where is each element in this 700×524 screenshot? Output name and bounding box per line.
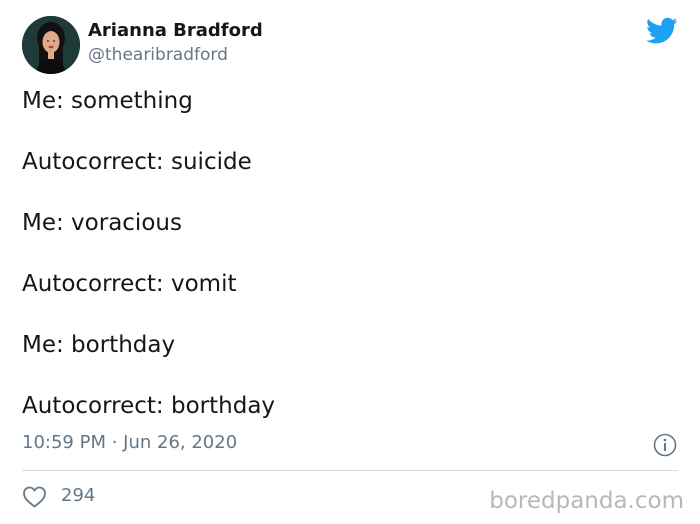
tweet-line: Autocorrect: borthday [22, 393, 276, 419]
author-handle[interactable]: @thearibradford [88, 45, 228, 65]
tweet-line: Me: voracious [22, 210, 182, 236]
tweet-card: Arianna Bradford @thearibradford Me: som… [0, 0, 700, 524]
tweet-line: Me: something [22, 88, 193, 114]
heart-icon[interactable] [22, 486, 47, 508]
info-icon[interactable] [653, 433, 677, 457]
watermark: boredpanda.com [489, 488, 684, 514]
like-count: 294 [61, 485, 96, 506]
tweet-text: Me: something Autocorrect: suicide Me: v… [22, 86, 662, 452]
avatar-illustration [22, 16, 80, 74]
avatar[interactable] [22, 16, 80, 74]
tweet-line: Autocorrect: vomit [22, 271, 237, 297]
twitter-bird-icon[interactable] [646, 17, 678, 45]
author-name[interactable]: Arianna Bradford [88, 20, 263, 41]
tweet-line: Autocorrect: suicide [22, 149, 252, 175]
tweet-timestamp[interactable]: 10:59 PM · Jun 26, 2020 [22, 432, 237, 453]
tweet-line: Me: borthday [22, 332, 176, 358]
divider [22, 470, 678, 471]
